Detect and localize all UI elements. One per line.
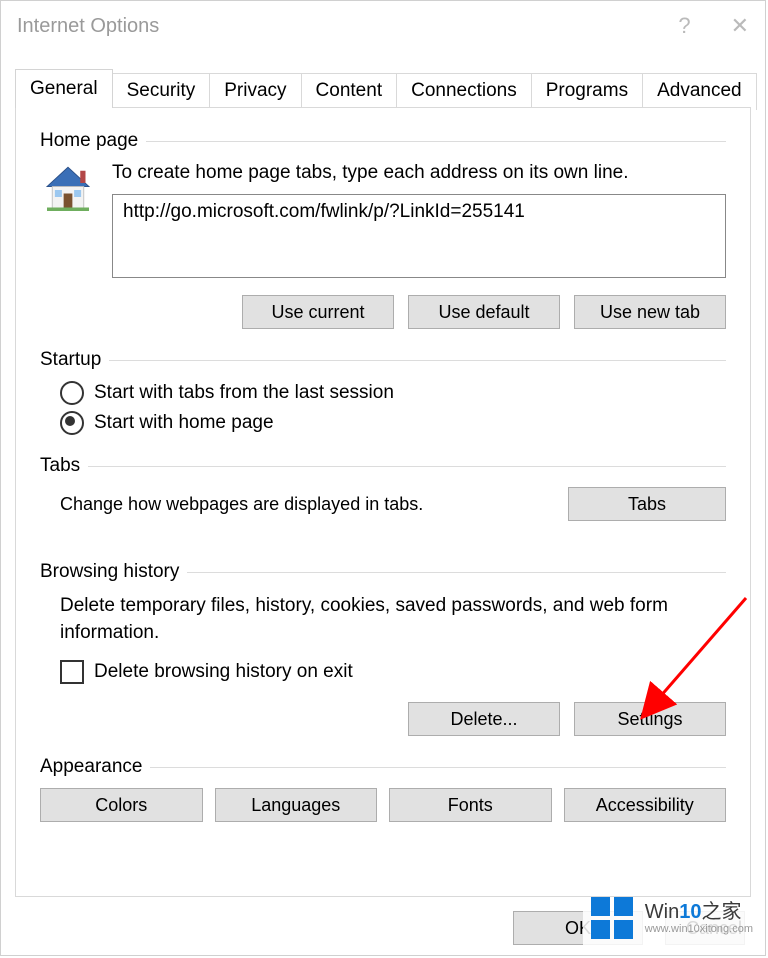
languages-button[interactable]: Languages: [215, 788, 378, 822]
colors-button[interactable]: Colors: [40, 788, 203, 822]
home-page-title: Home page: [40, 130, 138, 152]
browsing-history-group: Browsing history Delete temporary files,…: [40, 561, 726, 736]
window-title: Internet Options: [17, 15, 678, 38]
checkbox-label: Delete browsing history on exit: [94, 661, 353, 683]
delete-button[interactable]: Delete...: [408, 702, 560, 736]
radio-start-home-page[interactable]: Start with home page: [60, 411, 726, 435]
tab-programs[interactable]: Programs: [531, 73, 643, 110]
window-controls: ? ✕: [678, 13, 749, 39]
divider: [88, 466, 726, 467]
tab-advanced[interactable]: Advanced: [642, 73, 757, 110]
startup-group: Startup Start with tabs from the last se…: [40, 349, 726, 435]
divider: [109, 360, 726, 361]
tab-connections[interactable]: Connections: [396, 73, 532, 110]
tabs-desc: Change how webpages are displayed in tab…: [60, 494, 423, 515]
use-new-tab-button[interactable]: Use new tab: [574, 295, 726, 329]
title-bar: Internet Options ? ✕: [1, 1, 765, 51]
home-page-input[interactable]: [112, 194, 726, 278]
home-icon: [40, 162, 96, 223]
watermark-title: Win10之家: [645, 901, 753, 923]
tab-strip: General Security Privacy Content Connect…: [1, 69, 765, 108]
divider: [146, 141, 726, 142]
checkbox-icon: [60, 660, 84, 684]
tab-privacy[interactable]: Privacy: [209, 73, 301, 110]
watermark-url: www.win10xitong.com: [645, 923, 753, 935]
appearance-title: Appearance: [40, 756, 142, 778]
tabs-group: Tabs Change how webpages are displayed i…: [40, 455, 726, 521]
watermark: Win10之家 www.win10xitong.com: [583, 891, 759, 945]
watermark-logo-icon: [589, 895, 635, 941]
use-default-button[interactable]: Use default: [408, 295, 560, 329]
divider: [187, 572, 726, 573]
general-panel: Home page To create home pa: [15, 107, 751, 897]
tabs-title: Tabs: [40, 455, 80, 477]
fonts-button[interactable]: Fonts: [389, 788, 552, 822]
use-current-button[interactable]: Use current: [242, 295, 394, 329]
browsing-title: Browsing history: [40, 561, 179, 583]
tab-security[interactable]: Security: [112, 73, 211, 110]
startup-title: Startup: [40, 349, 101, 371]
divider: [150, 767, 726, 768]
help-icon[interactable]: ?: [678, 13, 690, 39]
internet-options-window: Internet Options ? ✕ General Security Pr…: [0, 0, 766, 956]
appearance-group: Appearance Colors Languages Fonts Access…: [40, 756, 726, 822]
settings-button[interactable]: Settings: [574, 702, 726, 736]
radio-icon: [60, 411, 84, 435]
home-page-desc: To create home page tabs, type each addr…: [112, 162, 726, 184]
tab-content[interactable]: Content: [301, 73, 398, 110]
radio-label: Start with tabs from the last session: [94, 382, 394, 404]
browsing-desc: Delete temporary files, history, cookies…: [60, 593, 726, 646]
radio-start-last-session[interactable]: Start with tabs from the last session: [60, 381, 726, 405]
accessibility-button[interactable]: Accessibility: [564, 788, 727, 822]
tab-general[interactable]: General: [15, 69, 113, 108]
tabs-button[interactable]: Tabs: [568, 487, 726, 521]
radio-icon: [60, 381, 84, 405]
close-icon[interactable]: ✕: [731, 13, 749, 39]
radio-label: Start with home page: [94, 412, 274, 434]
delete-on-exit-checkbox[interactable]: Delete browsing history on exit: [60, 660, 726, 684]
home-page-group: Home page To create home pa: [40, 130, 726, 329]
